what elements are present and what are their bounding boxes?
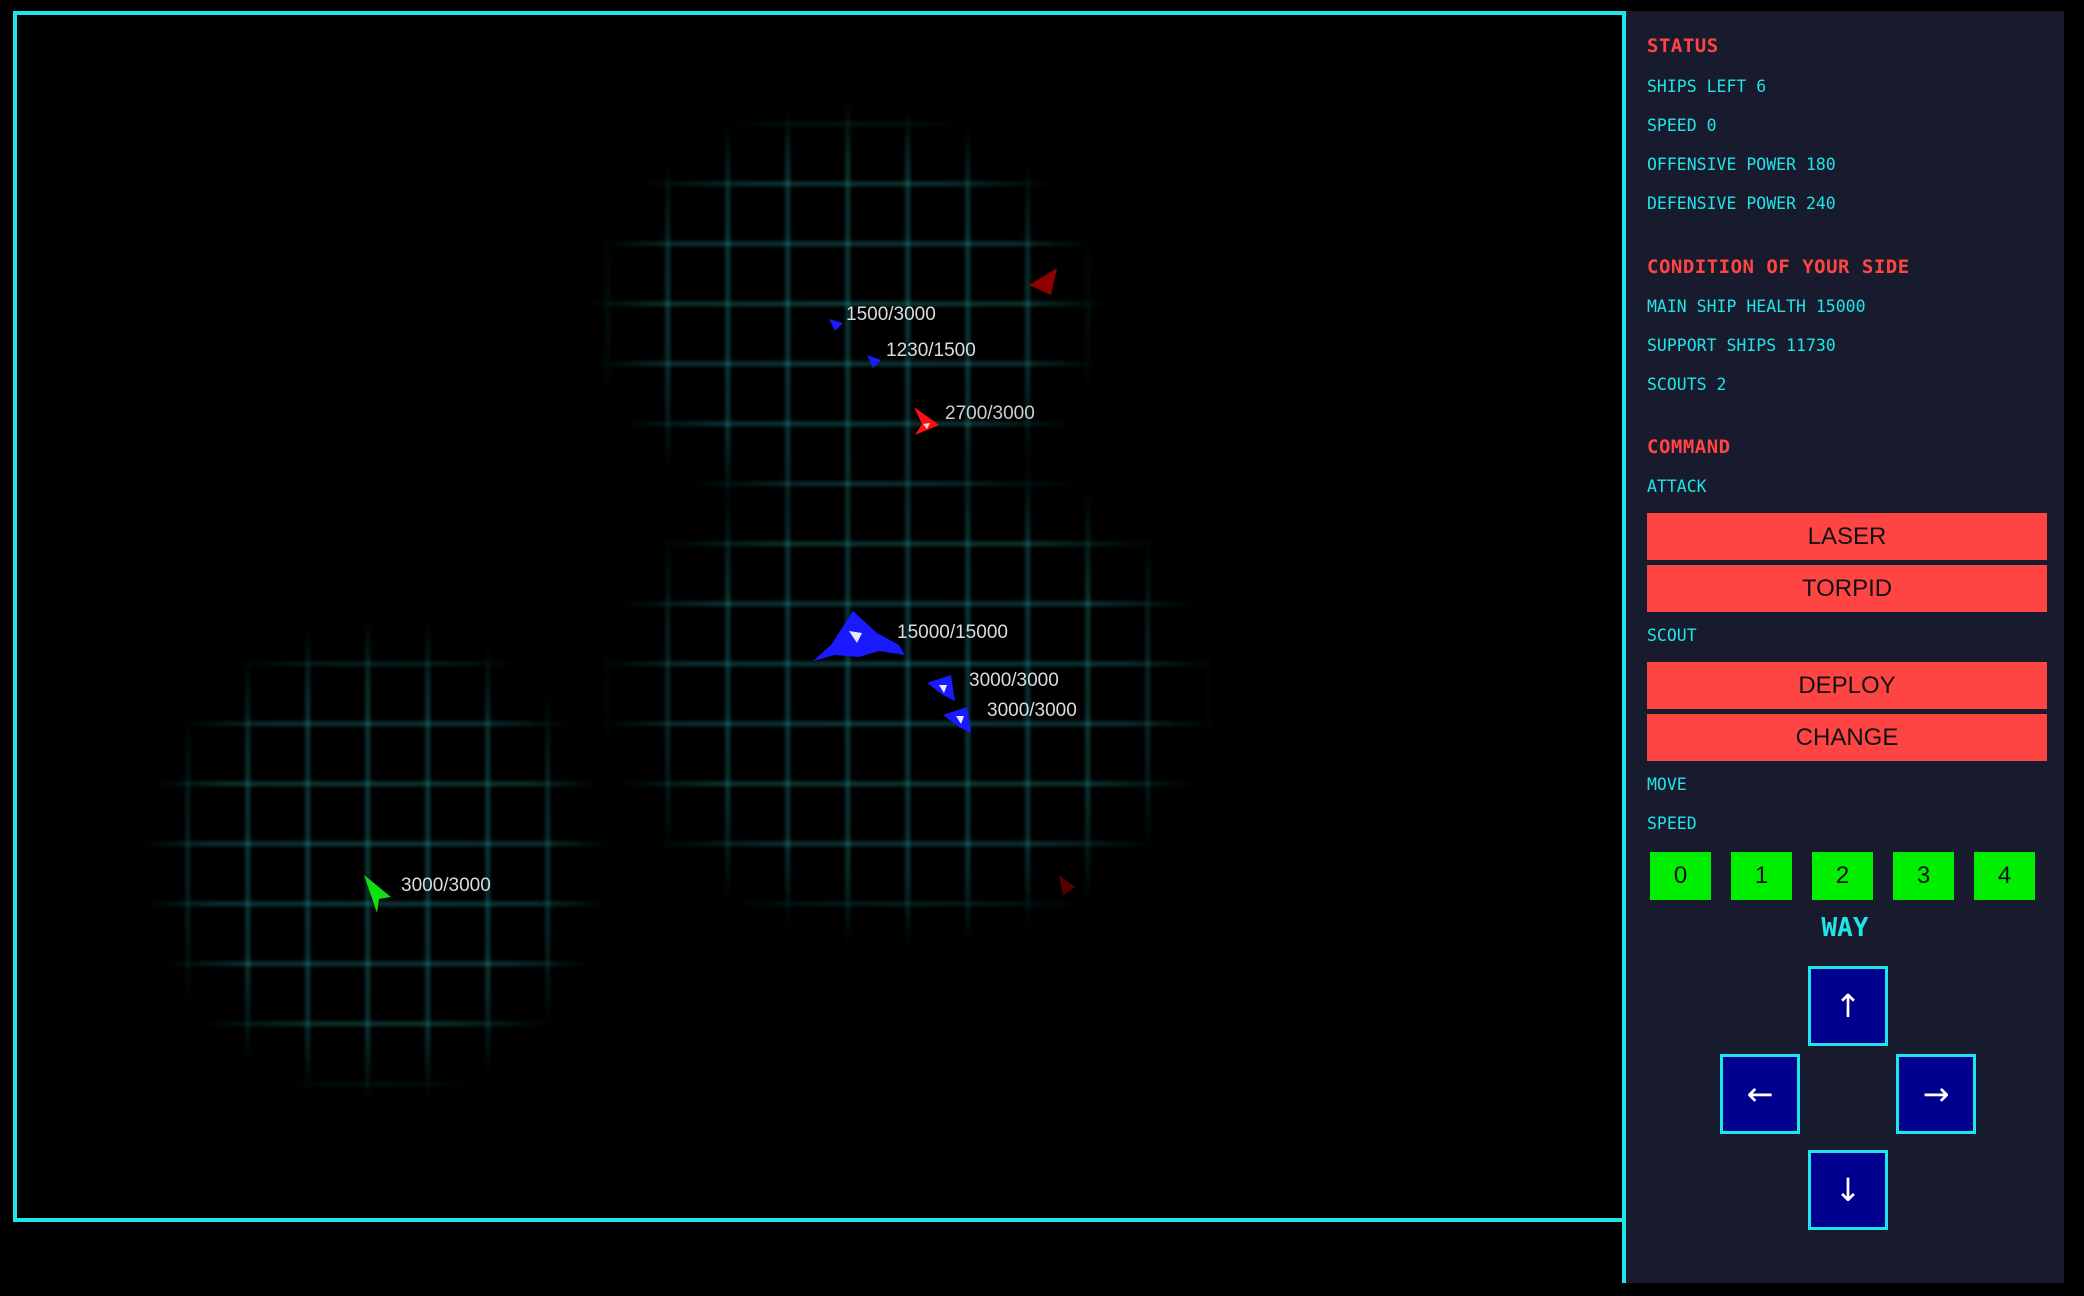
ships-left-stat: SHIPS LEFT 6 — [1647, 77, 1767, 96]
unit-hp-label: 1230/1500 — [886, 340, 976, 361]
unit-hp-label: 3000/3000 — [401, 875, 491, 896]
laser-button[interactable]: LASER — [1647, 513, 2047, 560]
unit-hp-label: 3000/3000 — [969, 670, 1059, 691]
unit-hp-label: 1500/3000 — [846, 304, 936, 325]
way-heading: WAY — [1821, 913, 1869, 943]
scout-label: SCOUT — [1647, 626, 1697, 645]
support-ships-stat: SUPPORT SHIPS 11730 — [1647, 336, 1836, 355]
move-label: MOVE — [1647, 775, 1687, 794]
command-heading: COMMAND — [1647, 436, 1731, 458]
move-left-button[interactable]: ← — [1720, 1054, 1800, 1134]
deploy-button[interactable]: DEPLOY — [1647, 662, 2047, 709]
unit-hp-label: 2700/3000 — [945, 403, 1035, 424]
battlefield-canvas[interactable]: 1500/3000 1230/1500 2700/3000 15000/1500… — [17, 15, 1624, 1218]
status-heading: STATUS — [1647, 35, 1719, 57]
unit-hp-label: 3000/3000 — [987, 700, 1077, 721]
scouts-stat: SCOUTS 2 — [1647, 375, 1727, 394]
move-down-button[interactable]: ↓ — [1808, 1150, 1888, 1230]
speed-button-3[interactable]: 3 — [1893, 852, 1954, 900]
move-up-button[interactable]: ↑ — [1808, 966, 1888, 1046]
speed-button-1[interactable]: 1 — [1731, 852, 1792, 900]
defensive-power-stat: DEFENSIVE POWER 240 — [1647, 194, 1836, 213]
attack-label: ATTACK — [1647, 477, 1707, 496]
speed-button-4[interactable]: 4 — [1974, 852, 2035, 900]
game-viewport[interactable]: 1500/3000 1230/1500 2700/3000 15000/1500… — [13, 11, 1628, 1222]
speed-button-0[interactable]: 0 — [1650, 852, 1711, 900]
change-button[interactable]: CHANGE — [1647, 714, 2047, 761]
unit-hp-label: 15000/15000 — [897, 622, 1008, 643]
speed-button-2[interactable]: 2 — [1812, 852, 1873, 900]
speed-label: SPEED — [1647, 814, 1697, 833]
offensive-power-stat: OFFENSIVE POWER 180 — [1647, 155, 1836, 174]
speed-stat: SPEED 0 — [1647, 116, 1717, 135]
visible-area-left — [17, 15, 1624, 1218]
condition-heading: CONDITION OF YOUR SIDE — [1647, 256, 1910, 278]
control-panel: STATUS SHIPS LEFT 6 SPEED 0 OFFENSIVE PO… — [1622, 11, 2064, 1283]
torpid-button[interactable]: TORPID — [1647, 565, 2047, 612]
main-ship-health-stat: MAIN SHIP HEALTH 15000 — [1647, 297, 1866, 316]
move-right-button[interactable]: → — [1896, 1054, 1976, 1134]
